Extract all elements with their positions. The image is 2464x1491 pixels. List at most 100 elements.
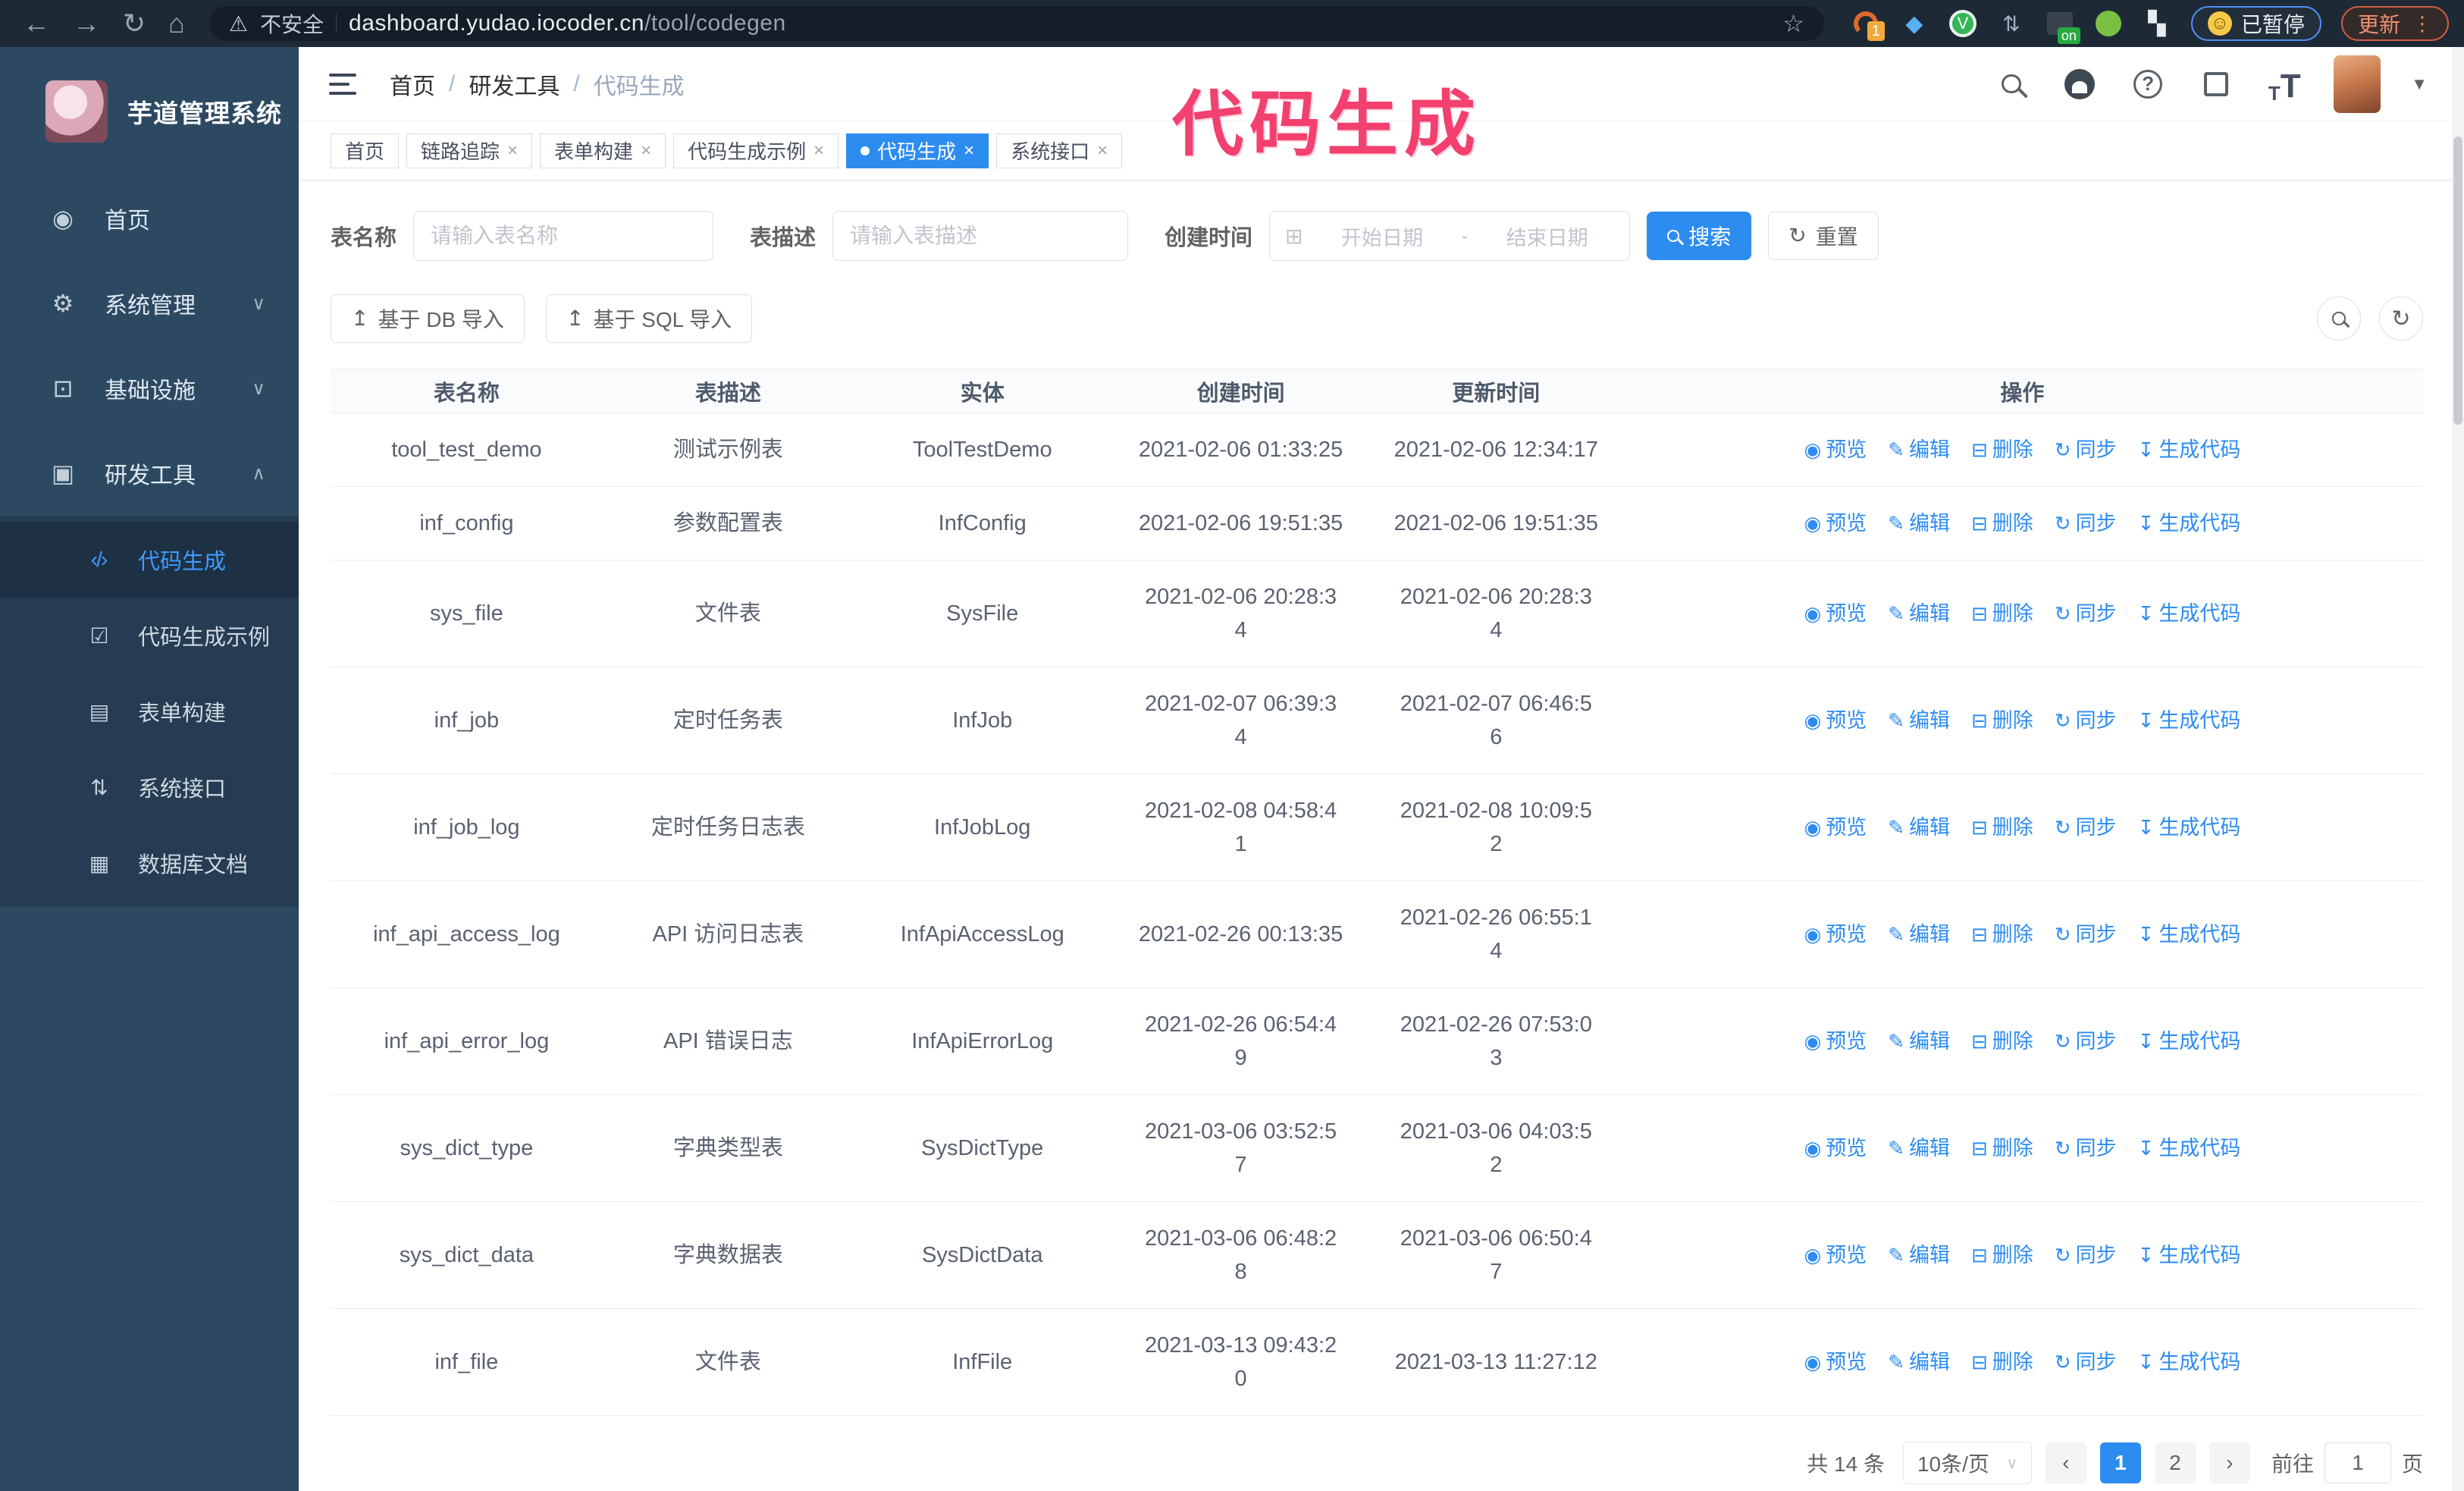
extension-monkey-icon[interactable]	[2094, 9, 2123, 38]
forward-icon[interactable]: →	[73, 10, 100, 37]
action-预览[interactable]: ◉ 预览	[1804, 1132, 1867, 1165]
action-编辑[interactable]: ✎ 编辑	[1888, 704, 1950, 737]
sidebar-item-首页[interactable]: ◉ 首页	[0, 176, 299, 261]
window-scrollbar[interactable]	[2452, 47, 2464, 1491]
table-desc-input[interactable]	[832, 211, 1129, 261]
goto-page-input[interactable]	[2324, 1442, 2391, 1483]
search-button[interactable]: 搜索	[1647, 212, 1752, 260]
address-bar[interactable]: ⚠ 不安全 dashboard.yudao.iocoder.cn/tool/co…	[208, 6, 1824, 41]
next-page-button[interactable]: ›	[2209, 1442, 2250, 1483]
start-date-placeholder[interactable]: 开始日期	[1315, 221, 1450, 251]
action-生成代码[interactable]: ↧ 生成代码	[2138, 918, 2241, 951]
action-同步[interactable]: ↻ 同步	[2055, 1132, 2117, 1165]
action-同步[interactable]: ↻ 同步	[2055, 704, 2117, 737]
action-同步[interactable]: ↻ 同步	[2055, 597, 2117, 630]
action-预览[interactable]: ◉ 预览	[1804, 507, 1867, 540]
action-生成代码[interactable]: ↧ 生成代码	[2138, 597, 2241, 630]
action-删除[interactable]: ⊟ 删除	[1971, 1132, 2033, 1165]
search-icon[interactable]	[1992, 65, 2030, 103]
sidebar-item-系统管理[interactable]: ⚙ 系统管理 ∨	[0, 261, 299, 346]
action-同步[interactable]: ↻ 同步	[2055, 918, 2117, 951]
home-icon[interactable]: ⌂	[168, 10, 185, 37]
sidebar-subitem-数据库文档[interactable]: ▦ 数据库文档	[0, 825, 299, 901]
chevron-down-icon[interactable]: ▼	[2411, 74, 2428, 94]
action-删除[interactable]: ⊟ 删除	[1971, 1238, 2033, 1272]
table-name-input[interactable]	[413, 211, 714, 261]
extension-orange-icon[interactable]: 1	[1851, 9, 1885, 41]
font-size-icon[interactable]: TT	[2265, 65, 2303, 103]
action-删除[interactable]: ⊟ 删除	[1971, 1345, 2033, 1379]
extensions-puzzle-icon[interactable]: ▚	[2143, 9, 2171, 38]
action-生成代码[interactable]: ↧ 生成代码	[2138, 1025, 2241, 1058]
sidebar-subitem-系统接口[interactable]: ⇅ 系统接口	[0, 749, 299, 825]
action-编辑[interactable]: ✎ 编辑	[1888, 1132, 1950, 1165]
import-sql-button[interactable]: ↥ 基于 SQL 导入	[545, 294, 752, 343]
action-同步[interactable]: ↻ 同步	[2055, 433, 2117, 466]
action-编辑[interactable]: ✎ 编辑	[1888, 1025, 1950, 1058]
action-生成代码[interactable]: ↧ 生成代码	[2138, 1132, 2241, 1165]
sidebar-item-基础设施[interactable]: ⊡ 基础设施 ∨	[0, 346, 299, 431]
action-生成代码[interactable]: ↧ 生成代码	[2138, 704, 2241, 737]
action-编辑[interactable]: ✎ 编辑	[1888, 1238, 1950, 1272]
page-button-2[interactable]: 2	[2154, 1442, 2196, 1483]
github-icon[interactable]	[2061, 65, 2099, 103]
end-date-placeholder[interactable]: 结束日期	[1480, 221, 1614, 251]
action-预览[interactable]: ◉ 预览	[1804, 918, 1867, 951]
page-button-1[interactable]: 1	[2099, 1442, 2141, 1483]
close-icon[interactable]: ×	[507, 140, 518, 162]
action-预览[interactable]: ◉ 预览	[1804, 433, 1867, 466]
action-删除[interactable]: ⊟ 删除	[1971, 918, 2033, 951]
tab-首页[interactable]: 首页	[331, 133, 400, 168]
action-编辑[interactable]: ✎ 编辑	[1888, 433, 1950, 466]
action-编辑[interactable]: ✎ 编辑	[1888, 507, 1950, 540]
avatar[interactable]	[2334, 55, 2381, 113]
reload-icon[interactable]: ↻	[123, 10, 146, 37]
action-预览[interactable]: ◉ 预览	[1804, 811, 1867, 844]
hamburger-icon[interactable]	[329, 73, 356, 96]
action-同步[interactable]: ↻ 同步	[2055, 811, 2117, 844]
action-预览[interactable]: ◉ 预览	[1804, 1238, 1867, 1272]
close-icon[interactable]: ×	[1097, 140, 1108, 162]
scrollbar-thumb[interactable]	[2453, 137, 2462, 425]
action-预览[interactable]: ◉ 预览	[1804, 704, 1867, 737]
bookmark-star-icon[interactable]: ☆	[1782, 9, 1804, 38]
refresh-table-button[interactable]: ↻	[2379, 297, 2423, 341]
action-编辑[interactable]: ✎ 编辑	[1888, 597, 1950, 630]
close-icon[interactable]: ×	[964, 140, 974, 162]
prev-page-button[interactable]: ‹	[2045, 1442, 2086, 1483]
action-生成代码[interactable]: ↧ 生成代码	[2138, 433, 2241, 466]
import-db-button[interactable]: ↥ 基于 DB 导入	[331, 294, 525, 343]
sidebar-subitem-代码生成示例[interactable]: ☑ 代码生成示例	[0, 598, 299, 673]
action-预览[interactable]: ◉ 预览	[1804, 1025, 1867, 1058]
action-删除[interactable]: ⊟ 删除	[1971, 811, 2033, 844]
action-同步[interactable]: ↻ 同步	[2055, 1345, 2117, 1379]
sidebar-item-研发工具[interactable]: ▣ 研发工具 ∧	[0, 431, 299, 516]
close-icon[interactable]: ×	[813, 140, 824, 162]
action-删除[interactable]: ⊟ 删除	[1971, 1025, 2033, 1058]
action-预览[interactable]: ◉ 预览	[1804, 1345, 1867, 1379]
action-预览[interactable]: ◉ 预览	[1804, 597, 1867, 630]
tab-表单构建[interactable]: 表单构建 ×	[540, 133, 666, 168]
action-删除[interactable]: ⊟ 删除	[1971, 597, 2033, 630]
action-删除[interactable]: ⊟ 删除	[1971, 433, 2033, 466]
breadcrumb-item[interactable]: 首页	[390, 67, 435, 101]
breadcrumb-item[interactable]: 研发工具	[469, 67, 560, 101]
tab-系统接口[interactable]: 系统接口 ×	[996, 133, 1123, 168]
toggle-search-button[interactable]	[2317, 297, 2361, 341]
action-生成代码[interactable]: ↧ 生成代码	[2138, 1238, 2241, 1272]
kebab-menu-icon[interactable]: ⋮	[2412, 12, 2432, 36]
action-编辑[interactable]: ✎ 编辑	[1888, 811, 1950, 844]
sidebar-subitem-表单构建[interactable]: ▤ 表单构建	[0, 673, 299, 749]
extension-green-icon[interactable]: V	[1948, 9, 1977, 38]
update-button[interactable]: 更新 ⋮	[2340, 6, 2449, 41]
action-删除[interactable]: ⊟ 删除	[1971, 704, 2033, 737]
date-range-picker[interactable]: ⊞ 开始日期 - 结束日期	[1269, 211, 1631, 261]
close-icon[interactable]: ×	[641, 140, 651, 162]
fullscreen-icon[interactable]	[2197, 65, 2235, 103]
action-同步[interactable]: ↻ 同步	[2055, 507, 2117, 540]
action-生成代码[interactable]: ↧ 生成代码	[2138, 811, 2241, 844]
action-同步[interactable]: ↻ 同步	[2055, 1238, 2117, 1272]
action-生成代码[interactable]: ↧ 生成代码	[2138, 507, 2241, 540]
tab-链路追踪[interactable]: 链路追踪 ×	[406, 133, 533, 168]
action-生成代码[interactable]: ↧ 生成代码	[2138, 1345, 2241, 1379]
